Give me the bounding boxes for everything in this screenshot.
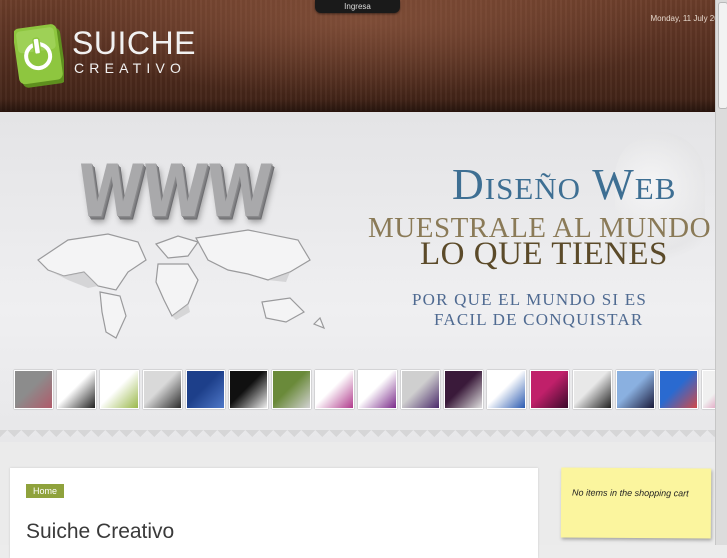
thumbnail-item[interactable] (186, 370, 225, 409)
thumbnail-item[interactable] (444, 370, 483, 409)
breadcrumb-home[interactable]: Home (26, 484, 64, 498)
shopping-cart-note: No items in the shopping cart (561, 467, 711, 538)
banner-line-3: POR QUE EL MUNDO SI ES (412, 290, 647, 310)
banner-line-2: LO QUE TIENES (420, 236, 668, 273)
banner: WWW Diseño Web MUESTRALE AL MUNDO LO QUE… (0, 112, 715, 442)
thumbnail-item[interactable] (143, 370, 182, 409)
thumbnail-item[interactable] (315, 370, 354, 409)
thumbnail-strip (14, 370, 715, 409)
main-content: Home Suiche Creativo No items in the sho… (0, 442, 715, 545)
page-title: Suiche Creativo (26, 520, 174, 544)
zigzag-divider (0, 430, 715, 442)
thumbnail-item[interactable] (358, 370, 397, 409)
thumbnail-item[interactable] (229, 370, 268, 409)
thumbnail-item[interactable] (272, 370, 311, 409)
login-tab[interactable]: Ingresa (315, 0, 400, 13)
thumbnail-item[interactable] (487, 370, 526, 409)
scrollbar[interactable] (715, 0, 727, 545)
site-header: Ingresa Monday, 11 July 2011 SUICHE CREA… (0, 0, 727, 112)
thumbnail-item[interactable] (530, 370, 569, 409)
logo-power-icon[interactable] (14, 22, 64, 88)
banner-title: Diseño Web (452, 159, 676, 210)
logo-title: SUICHE (72, 25, 196, 61)
thumbnail-item[interactable] (702, 370, 715, 409)
banner-line-4: FACIL DE CONQUISTAR (434, 310, 643, 330)
thumbnail-item[interactable] (14, 370, 53, 409)
thumbnail-item[interactable] (659, 370, 698, 409)
thumbnail-item[interactable] (616, 370, 655, 409)
thumbnail-item[interactable] (401, 370, 440, 409)
logo-subtitle: CREATIVO (74, 60, 186, 76)
thumbnail-item[interactable] (100, 370, 139, 409)
cart-empty-text: No items in the shopping cart (572, 488, 689, 499)
world-map-graphic (28, 220, 328, 340)
thumbnail-item[interactable] (57, 370, 96, 409)
thumbnail-item[interactable] (573, 370, 612, 409)
scrollbar-thumb[interactable] (718, 2, 727, 109)
